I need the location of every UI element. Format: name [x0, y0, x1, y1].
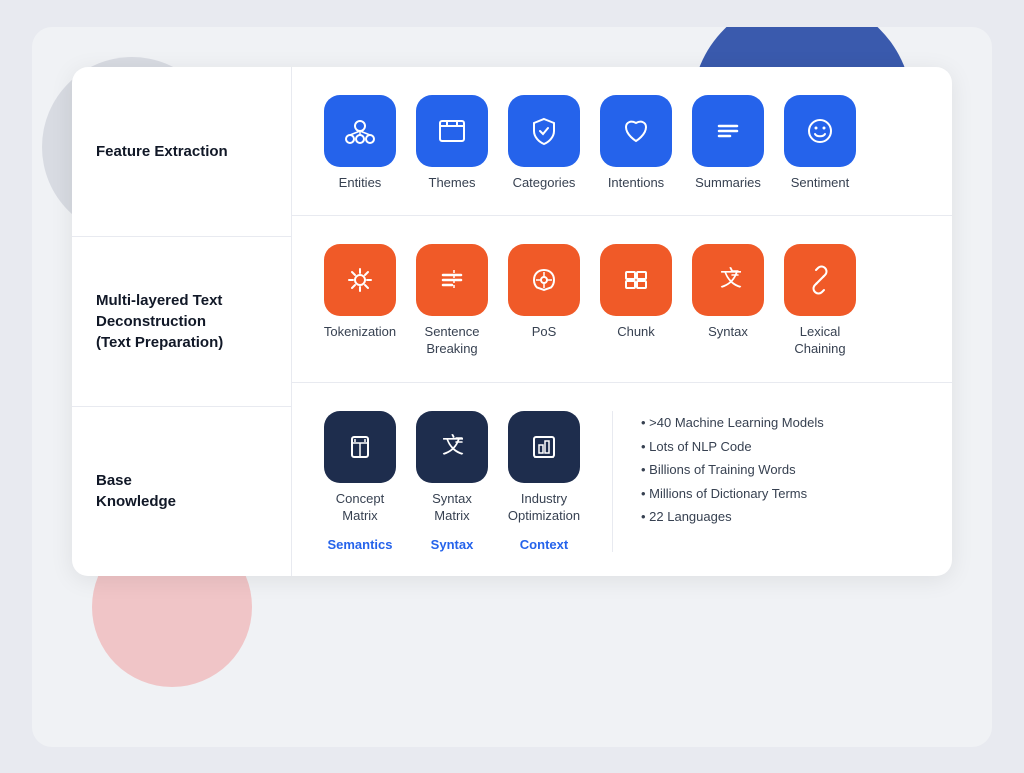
themes-label: Themes	[429, 175, 476, 192]
outer-container: Feature Extraction Multi-layered TextDec…	[32, 27, 992, 747]
summaries-icon	[710, 113, 746, 149]
bullet-3: Billions of Training Words	[641, 458, 924, 482]
sentiment-icon-box	[784, 95, 856, 167]
syntax-category: Syntax	[431, 537, 474, 552]
sentence-breaking-item: SentenceBreaking	[412, 244, 492, 358]
summaries-label: Summaries	[695, 175, 761, 192]
syntax-matrix-icon: 文	[434, 429, 470, 465]
svg-text:文: 文	[442, 433, 464, 458]
pos-label: PoS	[532, 324, 557, 341]
sidebar-label-base-knowledge: BaseKnowledge	[96, 470, 176, 512]
entities-label: Entities	[339, 175, 382, 192]
sidebar-item-feature-extraction: Feature Extraction	[72, 67, 291, 237]
entities-icon-box	[324, 95, 396, 167]
summaries-icon-box	[692, 95, 764, 167]
sentiment-icon	[802, 113, 838, 149]
lexical-chaining-label: LexicalChaining	[794, 324, 845, 358]
pos-icon-box	[508, 244, 580, 316]
sidebar-label-multi-layered: Multi-layered TextDeconstruction(Text Pr…	[96, 290, 223, 353]
industry-optimization-icon-box	[508, 411, 580, 483]
base-knowledge-icons: ConceptMatrix Semantics 文	[320, 411, 584, 552]
main-card: Feature Extraction Multi-layered TextDec…	[72, 67, 952, 576]
syntax-label: Syntax	[708, 324, 748, 341]
base-knowledge-bullets: >40 Machine Learning Models Lots of NLP …	[641, 411, 924, 529]
bullet-1: >40 Machine Learning Models	[641, 411, 924, 435]
syntax-matrix-icon-box: 文	[416, 411, 488, 483]
svg-text:文: 文	[720, 266, 742, 291]
syntax-matrix-label: SyntaxMatrix	[432, 491, 472, 525]
industry-optimization-item: IndustryOptimization Context	[504, 411, 584, 552]
concept-matrix-item: ConceptMatrix Semantics	[320, 411, 400, 552]
themes-item: Themes	[412, 95, 492, 192]
industry-optimization-label: IndustryOptimization	[508, 491, 580, 525]
intentions-label: Intentions	[608, 175, 664, 192]
semantics-category: Semantics	[327, 537, 392, 552]
sidebar-item-base-knowledge: BaseKnowledge	[72, 407, 291, 576]
pos-item: PoS	[504, 244, 584, 341]
tokenization-icon	[342, 262, 378, 298]
intentions-item: Intentions	[596, 95, 676, 192]
syntax-icon-box: 文	[692, 244, 764, 316]
pos-icon	[526, 262, 562, 298]
bullet-5: 22 Languages	[641, 505, 924, 529]
lexical-chaining-icon-box	[784, 244, 856, 316]
text-preparation-section: Tokenization SentenceBreaking	[292, 216, 952, 383]
themes-icon	[434, 113, 470, 149]
chunk-item: Chunk	[596, 244, 676, 341]
vertical-divider	[612, 411, 613, 552]
chunk-icon-box	[600, 244, 672, 316]
tokenization-item: Tokenization	[320, 244, 400, 341]
syntax-matrix-item: 文 SyntaxMatrix Syntax	[412, 411, 492, 552]
sidebar: Feature Extraction Multi-layered TextDec…	[72, 67, 292, 576]
concept-matrix-icon	[342, 429, 378, 465]
summaries-item: Summaries	[688, 95, 768, 192]
bullet-2: Lots of NLP Code	[641, 435, 924, 459]
syntax-item: 文 Syntax	[688, 244, 768, 341]
intentions-icon-box	[600, 95, 672, 167]
sidebar-item-multi-layered: Multi-layered TextDeconstruction(Text Pr…	[72, 237, 291, 407]
themes-icon-box	[416, 95, 488, 167]
sentiment-item: Sentiment	[780, 95, 860, 192]
syntax-icon: 文	[710, 262, 746, 298]
sentiment-label: Sentiment	[791, 175, 850, 192]
concept-matrix-label: ConceptMatrix	[336, 491, 384, 525]
categories-icon-box	[508, 95, 580, 167]
lexical-chaining-icon	[802, 262, 838, 298]
content-area: Entities Themes	[292, 67, 952, 576]
sentence-breaking-icon-box	[416, 244, 488, 316]
sidebar-label-feature-extraction: Feature Extraction	[96, 141, 228, 162]
sentence-breaking-icon	[434, 262, 470, 298]
concept-matrix-icon-box	[324, 411, 396, 483]
feature-extraction-section: Entities Themes	[292, 67, 952, 217]
chunk-label: Chunk	[617, 324, 655, 341]
categories-label: Categories	[513, 175, 576, 192]
base-knowledge-section: ConceptMatrix Semantics 文	[292, 383, 952, 576]
sentence-breaking-label: SentenceBreaking	[425, 324, 480, 358]
entities-icon	[342, 113, 378, 149]
feature-extraction-grid: Entities Themes	[320, 95, 924, 192]
intentions-icon	[618, 113, 654, 149]
categories-item: Categories	[504, 95, 584, 192]
categories-icon	[526, 113, 562, 149]
context-category: Context	[520, 537, 568, 552]
bullet-4: Millions of Dictionary Terms	[641, 482, 924, 506]
tokenization-icon-box	[324, 244, 396, 316]
entities-item: Entities	[320, 95, 400, 192]
text-preparation-grid: Tokenization SentenceBreaking	[320, 244, 924, 358]
industry-optimization-icon	[526, 429, 562, 465]
tokenization-label: Tokenization	[324, 324, 396, 341]
bullet-list: >40 Machine Learning Models Lots of NLP …	[641, 411, 924, 529]
base-knowledge-content: ConceptMatrix Semantics 文	[320, 411, 924, 552]
lexical-chaining-item: LexicalChaining	[780, 244, 860, 358]
chunk-icon	[618, 262, 654, 298]
